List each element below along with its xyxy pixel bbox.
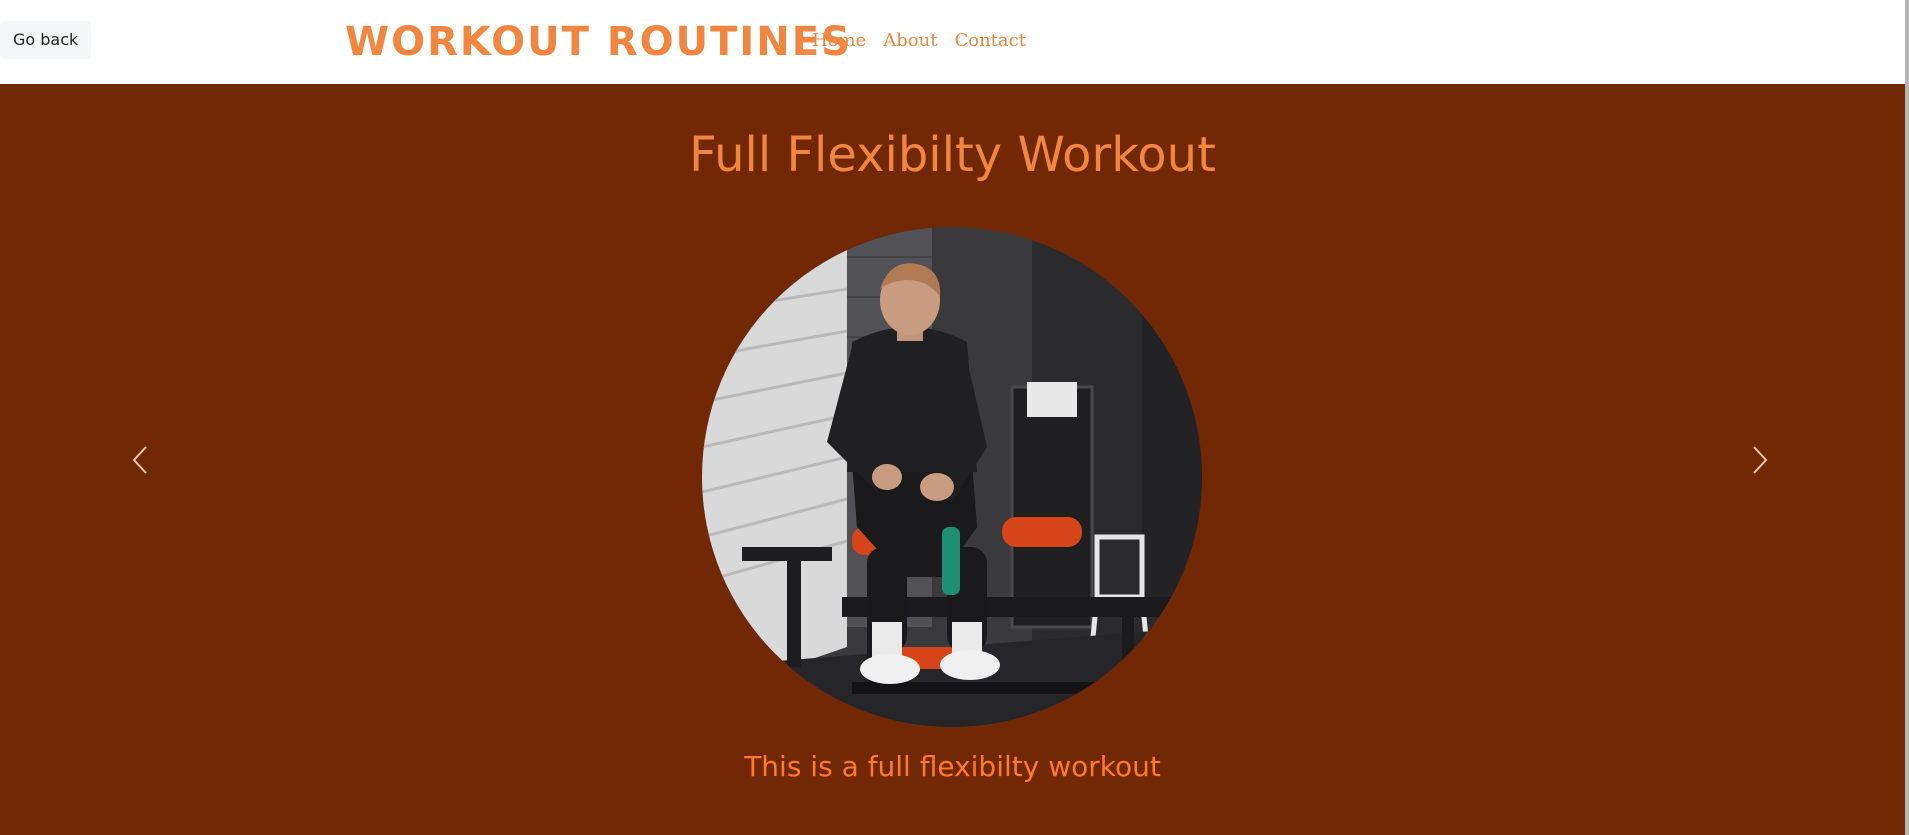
workout-carousel: Full Flexibilty Workout This is a full f… bbox=[0, 84, 1905, 835]
nav-link-home[interactable]: Home bbox=[812, 28, 866, 54]
slide-caption: This is a full flexibilty workout bbox=[744, 750, 1161, 783]
gym-man-sitting-illustration bbox=[702, 227, 1202, 727]
scrollbar-thumb[interactable] bbox=[1905, 0, 1909, 835]
workout-photo bbox=[702, 227, 1202, 727]
vertical-scrollbar[interactable] bbox=[1905, 0, 1909, 835]
nav-link-about[interactable]: About bbox=[883, 28, 937, 54]
brand-title: WORKOUT ROUTINES bbox=[345, 19, 852, 65]
main-nav: Home About Contact bbox=[812, 28, 1026, 54]
carousel-next-button[interactable] bbox=[1740, 435, 1780, 485]
slide-title: Full Flexibilty Workout bbox=[689, 127, 1216, 183]
page: Go back WORKOUT ROUTINES Home About Cont… bbox=[0, 0, 1909, 835]
chevron-left-icon bbox=[132, 446, 147, 474]
carousel-prev-button[interactable] bbox=[122, 435, 162, 485]
chevron-right-icon bbox=[1753, 446, 1768, 474]
top-header: Go back WORKOUT ROUTINES Home About Cont… bbox=[0, 0, 1909, 84]
nav-link-contact[interactable]: Contact bbox=[954, 28, 1025, 54]
go-back-button[interactable]: Go back bbox=[0, 21, 92, 59]
